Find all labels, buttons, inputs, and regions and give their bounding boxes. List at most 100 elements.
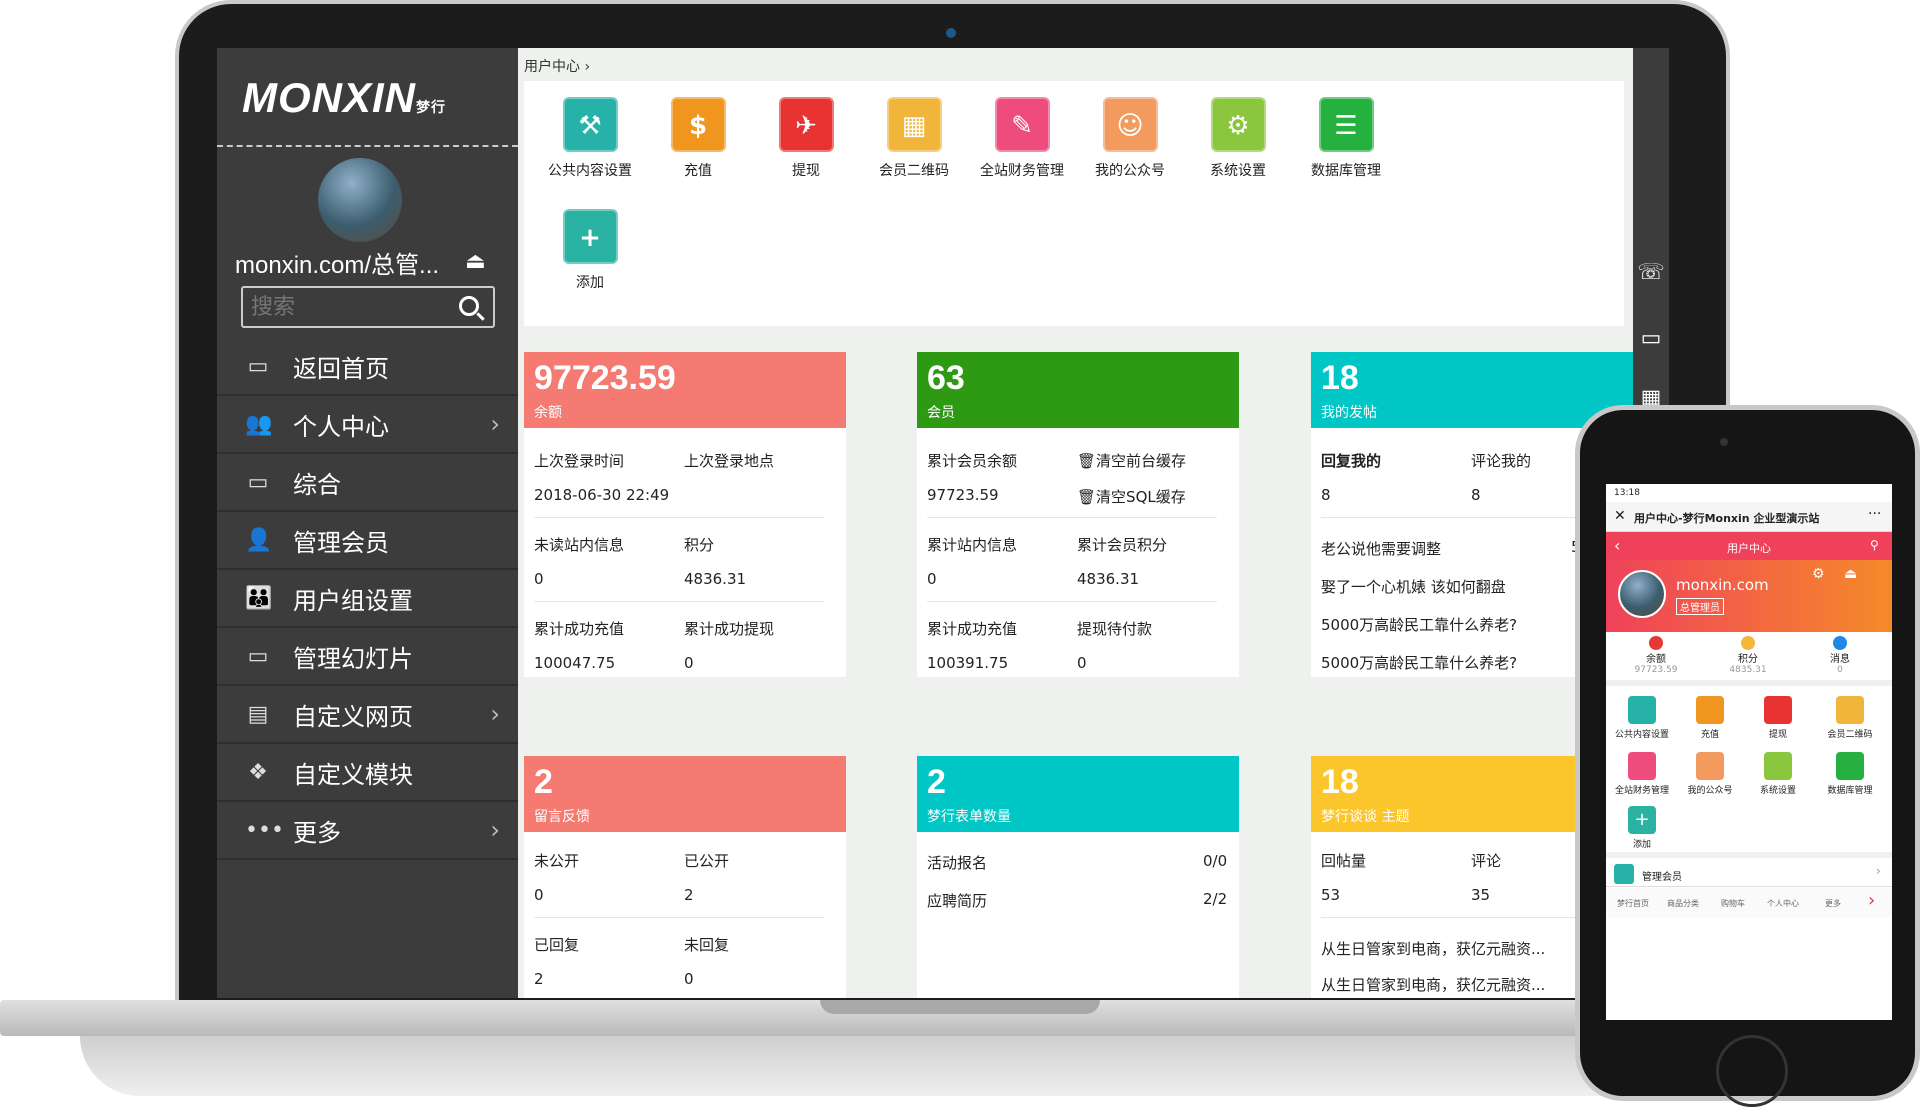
clear-sql-cache-link[interactable]: 🗑清空SQL缓存 [1077, 486, 1186, 507]
monitor-icon: ▭ [247, 353, 269, 379]
form-link[interactable]: 应聘简历 [927, 890, 987, 911]
card-cell: 35 [1471, 886, 1491, 904]
members-label[interactable]: 会员 [927, 402, 1229, 422]
close-icon[interactable]: ✕ [1614, 508, 1626, 524]
calendar-icon: ▤ [247, 701, 269, 727]
card-cell[interactable]: 未公开 [534, 850, 579, 871]
more-icon[interactable]: ··· [1868, 506, 1881, 522]
message-icon[interactable]: ▭ [1637, 326, 1665, 354]
form-link[interactable]: 活动报名 [927, 852, 987, 873]
card-cell[interactable]: 累计成功提现 [684, 618, 774, 639]
divider [217, 145, 518, 147]
logout-icon[interactable]: ⏏ [1844, 566, 1857, 582]
sidebar-item-personal[interactable]: 👥 个人中心 › [217, 396, 518, 454]
search-icon[interactable]: ⚲ [1870, 538, 1879, 552]
talk-link[interactable]: 从生日管家到电商，获亿元融资... [1321, 974, 1545, 995]
sidebar-item-slides[interactable]: ▭ 管理幻灯片 [217, 628, 518, 686]
post-link[interactable]: 娶了一个心机婊 该如何翻盘 [1321, 576, 1506, 597]
card-cell[interactable]: 累计成功充值 [534, 618, 624, 639]
tab-home[interactable]: 梦行首页 [1608, 898, 1658, 909]
post-link[interactable]: 5000万高龄民工靠什么养老? [1321, 652, 1517, 673]
phone-manage-members[interactable]: 管理会员 [1642, 868, 1682, 883]
phone-tile[interactable]: 全站财务管理 [1606, 752, 1678, 796]
phone-tile[interactable]: 提现 [1746, 696, 1810, 740]
stat-points[interactable]: 积分 4835.31 [1718, 636, 1778, 675]
stat-messages[interactable]: 消息 0 [1810, 636, 1870, 675]
stat-balance[interactable]: 余额 97723.59 [1626, 636, 1686, 675]
card-balance: 97723.59 余额 上次登录时间 上次登录地点 2018-06-30 22:4… [524, 352, 846, 677]
wechat-icon[interactable]: ☏ [1637, 260, 1665, 288]
card-cell: 0 [927, 570, 937, 588]
card-cell[interactable]: 已回复 [534, 934, 579, 955]
card-cell: 上次登录时间 [534, 452, 625, 470]
shortcut-panel: ⚒ 公共内容设置 $ 充值 ✈ 提现 ▦ 会员二维码 ✎ 全站财务管理 ☺ 我的公众号 ⚙ 系… [524, 81, 1624, 326]
sidebar-item-home[interactable]: ▭ 返回首页 [217, 338, 518, 396]
search-input[interactable] [243, 288, 443, 326]
post-link[interactable]: 5000万高龄民工靠什么养老? [1321, 614, 1517, 635]
user-icon: 👤 [245, 527, 273, 553]
card-cell: 累计会员积分 [1077, 536, 1168, 554]
sidebar-menu: ▭ 返回首页 👥 个人中心 › ▭ 综合 👤 管理会员 👪 用户组设置 ▭ 管理幻灯片 ▤ 自定… [217, 338, 518, 860]
card-cell: 4836.31 [1077, 570, 1140, 588]
talk-link[interactable]: 从生日管家到电商，获亿元融资... [1321, 938, 1545, 959]
card-cell: 上次登录地点 [684, 452, 775, 470]
chevron-right-icon[interactable]: › [1868, 890, 1875, 911]
breadcrumb[interactable]: 用户中心 › [524, 56, 590, 76]
wrench-icon: ⚒ [562, 97, 618, 152]
tile-add[interactable]: + 添加 [524, 209, 656, 292]
phone-tile[interactable]: 数据库管理 [1814, 752, 1886, 796]
gear-icon[interactable]: ⚙ [1812, 566, 1825, 582]
post-link[interactable]: 老公说他需要调整 [1321, 538, 1441, 559]
avatar[interactable] [318, 158, 402, 242]
tab-cart[interactable]: 购物车 [1708, 898, 1758, 909]
tile-database[interactable]: ☰ 数据库管理 [1280, 97, 1412, 180]
search-icon[interactable] [459, 296, 479, 316]
sidebar-item-modules[interactable]: ❖ 自定义模块 [217, 744, 518, 802]
sidebar-item-groups[interactable]: 👪 用户组设置 [217, 570, 518, 628]
card-cell[interactable]: 未读站内信息 [534, 534, 624, 555]
role-badge: 总管理员 [1676, 598, 1724, 615]
tab-more[interactable]: 更多 [1808, 898, 1858, 909]
sidebar-item-general[interactable]: ▭ 综合 [217, 454, 518, 512]
sidebar-item-more[interactable]: ••• 更多 › [217, 802, 518, 860]
card-cell[interactable]: 未回复 [684, 934, 729, 955]
card-cell: 0 [684, 654, 694, 672]
chevron-right-icon: › [490, 816, 500, 844]
card-cell: 累计站内信息 [927, 536, 1018, 554]
chevron-right-icon: › [490, 410, 500, 438]
forms-label[interactable]: 梦行表单数量 [927, 806, 1229, 826]
balance-label[interactable]: 余额 [534, 402, 836, 422]
sidebar-item-members[interactable]: 👤 管理会员 [217, 512, 518, 570]
clear-front-cache-link[interactable]: 🗑清空前台缓存 [1077, 450, 1186, 471]
phone-tile[interactable]: 公共内容设置 [1610, 696, 1674, 740]
card-cell[interactable]: 评论我的 [1471, 450, 1531, 471]
phone-frame: 13:18 ✕ 用户中心-梦行Monxin 企业型演示站 ··· ‹ 用户中心 … [1575, 405, 1920, 1107]
phone-tile[interactable]: 会员二维码 [1814, 696, 1886, 740]
yuan-icon [1649, 636, 1663, 650]
card-cell[interactable]: 提现待付款 [1077, 618, 1152, 639]
card-cell: 53 [1321, 886, 1341, 904]
tab-categories[interactable]: 商品分类 [1658, 898, 1708, 909]
phone-tile[interactable]: 我的公众号 [1678, 752, 1742, 796]
card-cell[interactable]: 已公开 [684, 850, 729, 871]
logout-icon[interactable]: ⏏ [465, 249, 486, 274]
phone-tile[interactable]: + 添加 [1610, 806, 1674, 850]
posts-label[interactable]: 我的发帖 [1321, 402, 1623, 422]
card-cell[interactable]: 回复我的 [1321, 450, 1381, 471]
username[interactable]: monxin.com/总管... [235, 245, 439, 280]
dots-icon: ••• [245, 817, 284, 843]
database-icon: ☰ [1318, 97, 1374, 152]
tab-profile[interactable]: 个人中心 [1758, 898, 1808, 909]
feedback-label[interactable]: 留言反馈 [534, 806, 836, 826]
user-icon [1614, 864, 1634, 884]
gear-icon: ⚙ [1210, 97, 1266, 152]
phone-tile[interactable]: 系统设置 [1746, 752, 1810, 796]
phone-tile[interactable]: 充值 [1678, 696, 1742, 740]
balance-value: 97723.59 [534, 359, 676, 397]
plus-icon: + [562, 209, 618, 264]
sidebar-item-pages[interactable]: ▤ 自定义网页 › [217, 686, 518, 744]
withdraw-icon: ✈ [778, 97, 834, 152]
monitor-icon: ▭ [247, 469, 269, 495]
card-cell[interactable]: 积分 [684, 534, 714, 555]
phone-avatar[interactable] [1618, 570, 1666, 618]
